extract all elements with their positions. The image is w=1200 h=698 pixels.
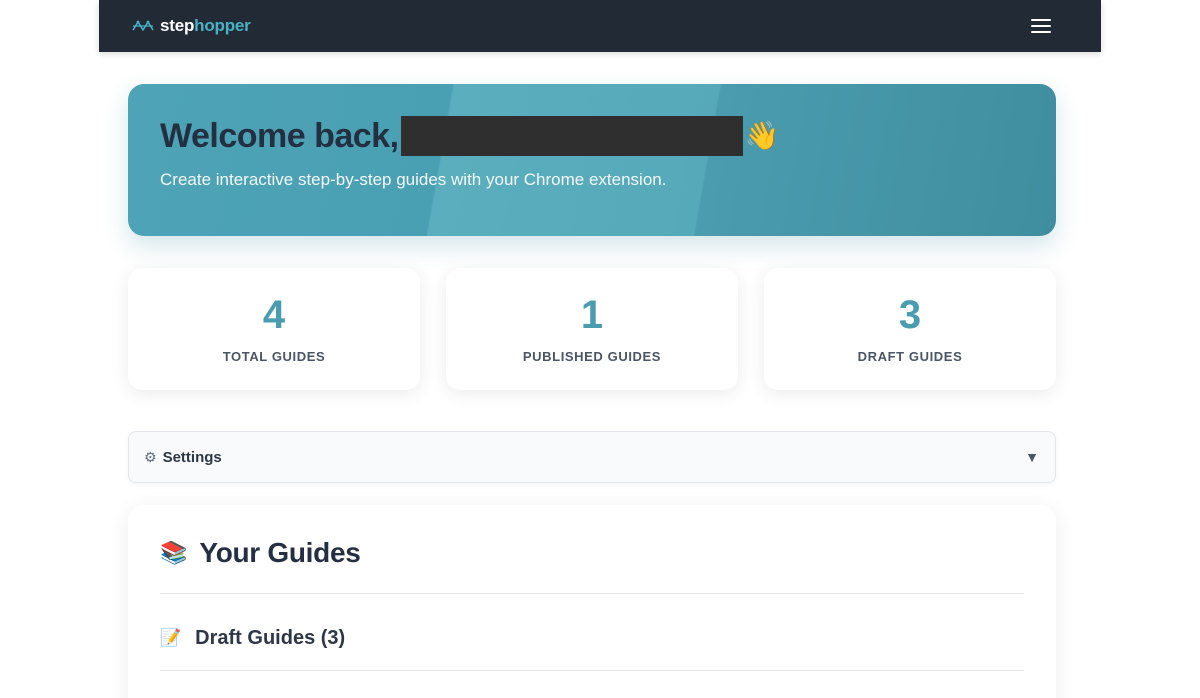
welcome-subtitle: Create interactive step-by-step guides w… bbox=[160, 170, 667, 189]
stat-card-published: 1 PUBLISHED GUIDES bbox=[446, 268, 738, 390]
stat-label: PUBLISHED GUIDES bbox=[522, 348, 662, 364]
welcome-banner: Welcome back, 👋 Create interactive step-… bbox=[128, 84, 1056, 236]
welcome-title: Welcome back, bbox=[160, 116, 399, 155]
stat-value: 3 bbox=[898, 292, 922, 337]
draft-guides-title: Draft Guides (3) bbox=[195, 626, 346, 649]
menu-line bbox=[1031, 25, 1051, 27]
settings-collapsible-toggle[interactable]: ⚙ Settings ▼ bbox=[128, 431, 1056, 483]
gear-icon: ⚙ bbox=[144, 448, 157, 465]
guides-title: Your Guides bbox=[199, 537, 361, 568]
draft-guides-section-header: 📝 Draft Guides (3) bbox=[160, 594, 1024, 682]
stats-row: 4 TOTAL GUIDES 1 PUBLISHED GUIDES 3 DRAF… bbox=[128, 268, 1056, 390]
app-root: stephopper Welcome back, 👋 Create intera… bbox=[99, 0, 1101, 698]
your-guides-panel: 📚 Your Guides 📝 Draft Guides (3) bbox=[128, 505, 1056, 698]
guides-header: 📚 Your Guides bbox=[160, 533, 1024, 573]
menu-line bbox=[1031, 31, 1051, 33]
welcome-title-row: Welcome back, 👋 bbox=[160, 116, 1024, 156]
waving-hand-icon: 👋 bbox=[744, 120, 780, 151]
stat-card-drafts: 3 DRAFT GUIDES bbox=[764, 268, 1056, 390]
stat-card-total: 4 TOTAL GUIDES bbox=[128, 268, 420, 390]
memo-icon: 📝 bbox=[160, 628, 182, 647]
stat-label: TOTAL GUIDES bbox=[222, 348, 326, 364]
settings-header: ⚙ Settings bbox=[144, 449, 222, 466]
brand-name-part2: hopper bbox=[194, 16, 251, 35]
stat-value: 1 bbox=[580, 292, 604, 337]
brand-logo-link[interactable]: stephopper bbox=[132, 16, 251, 36]
redacted-username bbox=[400, 116, 743, 156]
stephopper-logo-icon bbox=[132, 20, 154, 31]
divider bbox=[160, 670, 1024, 671]
settings-label: Settings bbox=[162, 448, 222, 466]
stat-label: DRAFT GUIDES bbox=[857, 348, 963, 364]
hamburger-menu-icon[interactable] bbox=[1031, 18, 1051, 34]
menu-line bbox=[1031, 19, 1051, 21]
stat-value: 4 bbox=[262, 292, 286, 337]
top-navbar: stephopper bbox=[99, 0, 1101, 52]
chevron-down-icon: ▼ bbox=[1025, 449, 1039, 465]
books-icon: 📚 bbox=[160, 540, 188, 565]
brand-name: stephopper bbox=[160, 16, 251, 36]
brand-name-part1: step bbox=[160, 16, 195, 35]
